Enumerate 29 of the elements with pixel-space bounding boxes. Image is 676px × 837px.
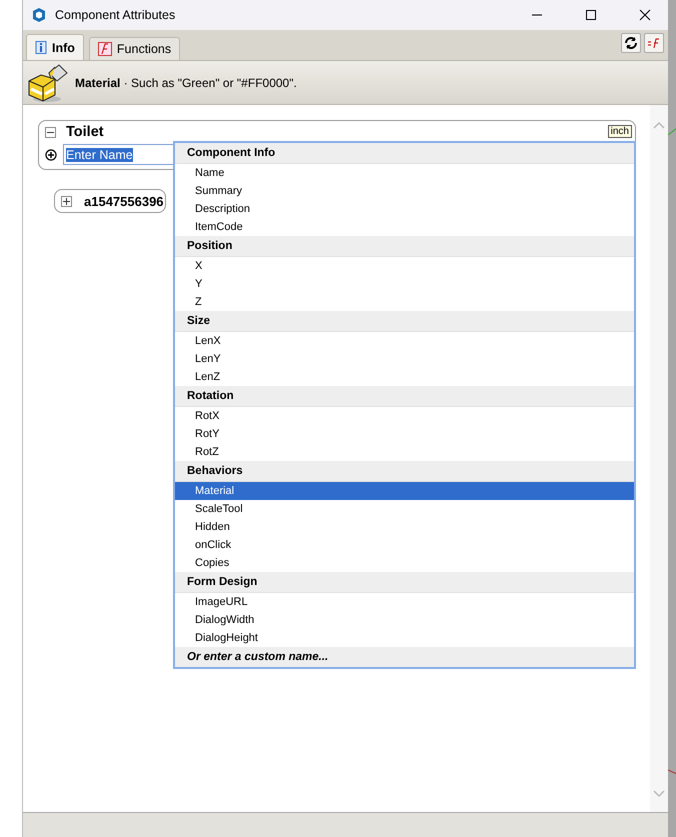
attribute-hint: Material · Such as "Green" or "#FF0000". xyxy=(75,76,297,90)
name-input-field[interactable]: Enter Name xyxy=(63,144,175,165)
tab[interactable]: Info xyxy=(26,34,84,60)
custom-name-option[interactable]: Or enter a custom name... xyxy=(175,647,634,667)
formula-icon xyxy=(647,37,661,49)
add-icon[interactable] xyxy=(45,148,57,160)
expand-toggle[interactable] xyxy=(61,196,72,206)
window-title: Component Attributes xyxy=(55,8,176,22)
group-header: Size xyxy=(175,311,634,332)
info-icon xyxy=(35,41,47,54)
group-header: Position xyxy=(175,236,634,257)
group-header: Form Design xyxy=(175,572,634,593)
group-header: Behaviors xyxy=(175,461,634,482)
refresh-icon xyxy=(624,36,638,50)
close-icon xyxy=(639,9,651,21)
plus-icon xyxy=(63,198,70,204)
units-label: inch xyxy=(608,125,632,138)
function-icon xyxy=(98,42,112,56)
group-header: Rotation xyxy=(175,386,634,407)
refresh-button[interactable] xyxy=(621,33,641,53)
formula-button[interactable] xyxy=(644,33,664,53)
subcomponent-name: a1547556396 xyxy=(84,194,164,208)
group-header: Component Info xyxy=(175,143,634,164)
app-logo-icon xyxy=(31,7,47,23)
dropdown-option[interactable]: Material xyxy=(175,482,634,500)
tab[interactable]: Functions xyxy=(88,37,180,60)
component-name: Toilet xyxy=(66,124,104,140)
collapse-toggle[interactable] xyxy=(45,126,56,138)
maximize-icon xyxy=(585,9,597,21)
